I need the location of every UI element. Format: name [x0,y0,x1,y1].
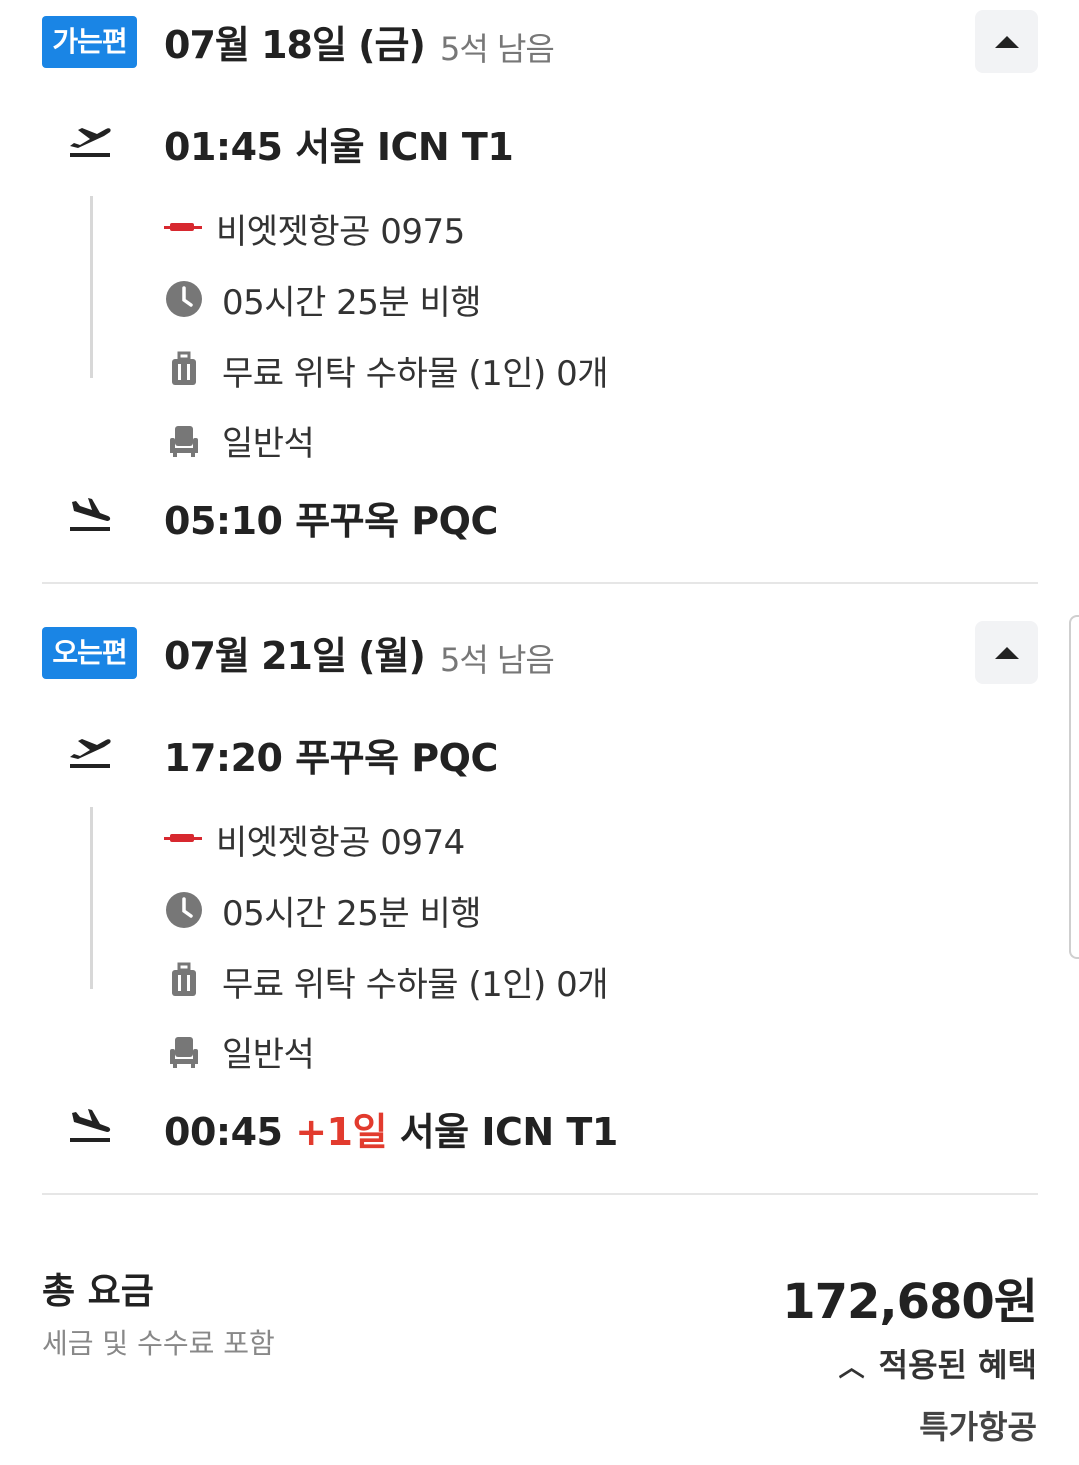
takeoff-icon [70,128,111,157]
landing-icon [70,1109,111,1142]
outbound-cabin: 일반석 [222,424,315,464]
outbound-header: 가는편 07월 18일 (금) 5석 남음 [42,0,1038,73]
return-arrival-row: 00:45 +1일 서울 ICN T1 [42,1097,1038,1156]
outbound-duration-row: 05시간 25분 비행 [42,275,1038,323]
outbound-cabin-row: 일반석 [42,416,1038,464]
caret-up-icon [995,647,1019,659]
outbound-duration: 05시간 25분 비행 [222,283,482,323]
return-arrival-time: 00:45 [164,1110,283,1154]
vietjet-logo-icon [164,834,202,842]
total-fare-label: 총 요금 [42,1271,154,1312]
vietjet-logo-icon [164,223,202,231]
luggage-icon [172,351,196,385]
outbound-badge: 가는편 [42,16,137,68]
return-duration: 05시간 25분 비행 [222,894,482,934]
segment-divider [42,1193,1038,1195]
return-cabin-row: 일반석 [42,1027,1038,1075]
takeoff-icon [70,739,111,768]
outbound-segment: 가는편 07월 18일 (금) 5석 남음 01:45 서울 ICN T1 비엣… [42,0,1038,580]
outbound-date: 07월 18일 (금) [164,23,426,67]
chevron-up-icon: ︿ [838,1353,865,1383]
luggage-icon [172,962,196,996]
outbound-collapse-button[interactable] [975,10,1038,73]
return-airline: 비엣젯항공 0974 [216,823,465,863]
return-airline-row: 비엣젯항공 0974 [42,815,1038,863]
return-segment: 오는편 07월 21일 (월) 5석 남음 17:20 푸꾸옥 PQC 비엣젯항… [42,611,1038,1191]
return-baggage: 무료 위탁 수하물 (1인) 0개 [222,965,609,1005]
outbound-departure-row: 01:45 서울 ICN T1 [42,112,1038,169]
outbound-baggage: 무료 위탁 수하물 (1인) 0개 [222,354,609,394]
return-departure-text: 17:20 푸꾸옥 PQC [164,736,498,780]
return-arrival-place: 서울 ICN T1 [399,1110,619,1154]
applied-benefits-label: 적용된 혜택 [878,1346,1037,1384]
outbound-airline: 비엣젯항공 0975 [216,212,465,252]
outbound-baggage-row: 무료 위탁 수하물 (1인) 0개 [42,346,1038,394]
clock-icon [166,281,202,317]
applied-benefits-toggle[interactable]: ︿ 적용된 혜택 [839,1340,1037,1386]
landing-icon [70,498,111,531]
scroll-edge-indicator [1069,615,1079,959]
benefit-item: 특가항공 [919,1408,1037,1446]
clock-icon [166,892,202,928]
return-departure-row: 17:20 푸꾸옥 PQC [42,723,1038,780]
return-arrival-text: 00:45 +1일 서울 ICN T1 [164,1101,618,1156]
return-badge: 오는편 [42,627,137,679]
return-cabin: 일반석 [222,1035,315,1075]
outbound-departure-text: 01:45 서울 ICN T1 [164,125,514,169]
return-baggage-row: 무료 위탁 수하물 (1인) 0개 [42,957,1038,1005]
segment-divider [42,582,1038,584]
outbound-arrival-row: 05:10 푸꾸옥 PQC [42,486,1038,543]
return-seats-left: 5석 남음 [440,641,555,679]
outbound-airline-row: 비엣젯항공 0975 [42,204,1038,252]
return-duration-row: 05시간 25분 비행 [42,886,1038,934]
return-collapse-button[interactable] [975,621,1038,684]
total-fare-sub: 세금 및 수수료 포함 [42,1327,275,1360]
return-header: 오는편 07월 21일 (월) 5석 남음 [42,611,1038,684]
return-arrival-plus-day: +1일 [295,1110,387,1154]
outbound-arrival-text: 05:10 푸꾸옥 PQC [164,499,498,543]
outbound-seats-left: 5석 남음 [440,30,555,68]
seat-icon [170,426,198,457]
caret-up-icon [995,36,1019,48]
total-price: 172,680원 [782,1274,1038,1330]
return-date: 07월 21일 (월) [164,634,426,678]
seat-icon [170,1037,198,1068]
